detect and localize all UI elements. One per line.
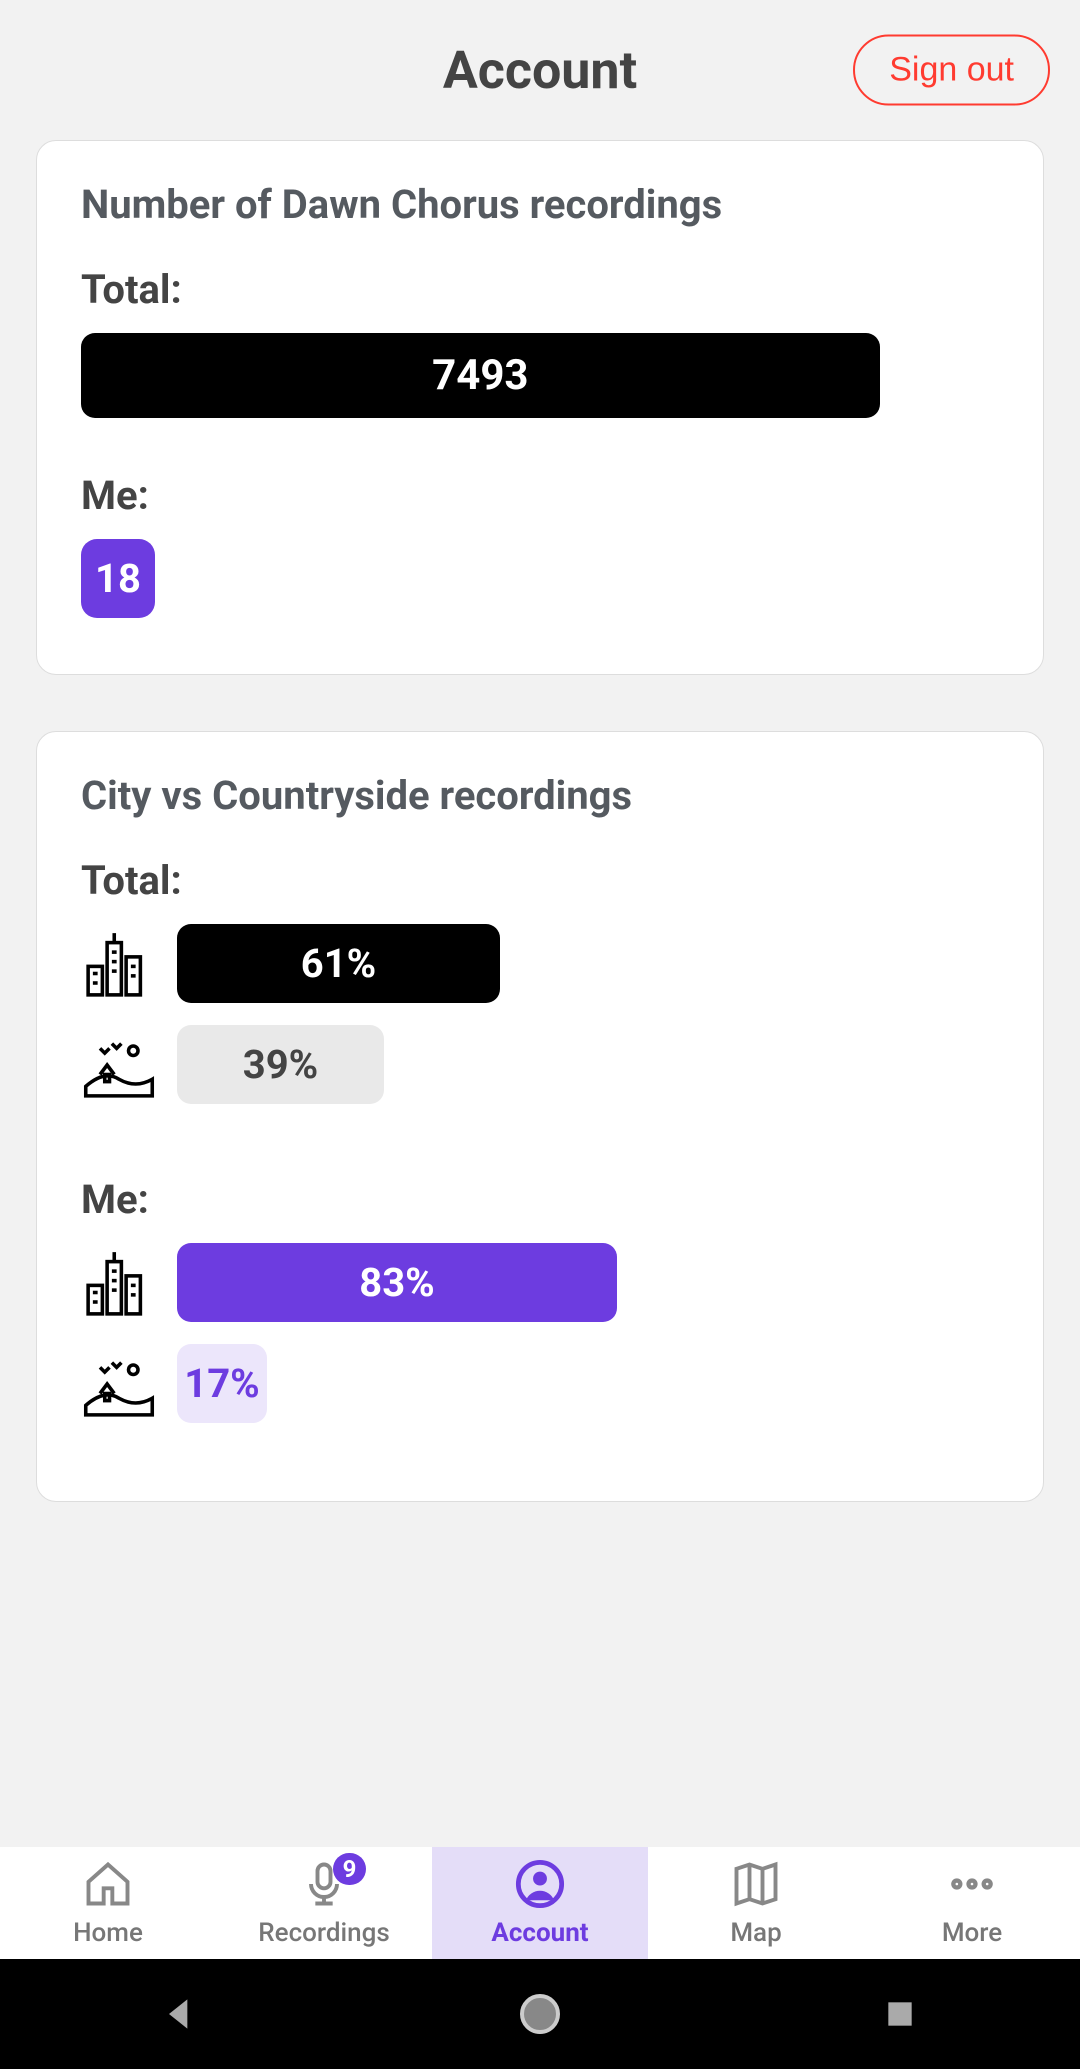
account-icon	[514, 1858, 566, 1914]
total-label: Total:	[81, 857, 999, 904]
tab-map[interactable]: Map	[648, 1847, 864, 1959]
map-icon	[730, 1858, 782, 1914]
total-country-bar: 39%	[177, 1025, 384, 1104]
row-total-city: 61%	[81, 924, 999, 1003]
content: Number of Dawn Chorus recordings Total: …	[0, 140, 1080, 1502]
nav-home[interactable]	[510, 1984, 570, 2044]
me-pill: 18	[81, 539, 155, 618]
page-title: Account	[443, 40, 637, 101]
me-city-bar: 83%	[177, 1243, 617, 1322]
nav-back[interactable]	[150, 1984, 210, 2044]
tab-home[interactable]: Home	[0, 1847, 216, 1959]
tabbar: Home 9 Recordings Account	[0, 1847, 1080, 1959]
header: Account Sign out	[0, 0, 1080, 140]
city-icon	[81, 926, 177, 1002]
me-country-bar: 17%	[177, 1344, 267, 1423]
total-label: Total:	[81, 266, 999, 313]
card-city-country: City vs Countryside recordings Total: 61…	[36, 731, 1044, 1502]
android-navbar	[0, 1959, 1080, 2069]
more-icon	[946, 1858, 998, 1914]
tab-label: Home	[73, 1918, 143, 1948]
me-label: Me:	[81, 472, 999, 519]
nav-recents[interactable]	[870, 1984, 930, 2044]
home-icon	[82, 1858, 134, 1914]
tab-recordings[interactable]: 9 Recordings	[216, 1847, 432, 1959]
me-label: Me:	[81, 1176, 999, 1223]
row-me-city: 83%	[81, 1243, 999, 1322]
tab-label: Account	[491, 1918, 588, 1948]
tab-account[interactable]: Account	[432, 1847, 648, 1959]
card-title: Number of Dawn Chorus recordings	[81, 181, 999, 228]
total-bar: 7493	[81, 333, 880, 418]
recordings-badge: 9	[333, 1853, 367, 1885]
tab-label: More	[942, 1918, 1002, 1948]
total-city-bar: 61%	[177, 924, 500, 1003]
row-total-country: 39%	[81, 1025, 999, 1104]
tab-label: Map	[730, 1918, 781, 1948]
row-me-country: 17%	[81, 1344, 999, 1423]
tab-more[interactable]: More	[864, 1847, 1080, 1959]
card-recordings-count: Number of Dawn Chorus recordings Total: …	[36, 140, 1044, 675]
countryside-icon	[81, 1346, 177, 1422]
city-icon	[81, 1245, 177, 1321]
countryside-icon	[81, 1027, 177, 1103]
tab-label: Recordings	[258, 1918, 389, 1948]
card-title: City vs Countryside recordings	[81, 772, 999, 819]
sign-out-button[interactable]: Sign out	[853, 35, 1050, 106]
